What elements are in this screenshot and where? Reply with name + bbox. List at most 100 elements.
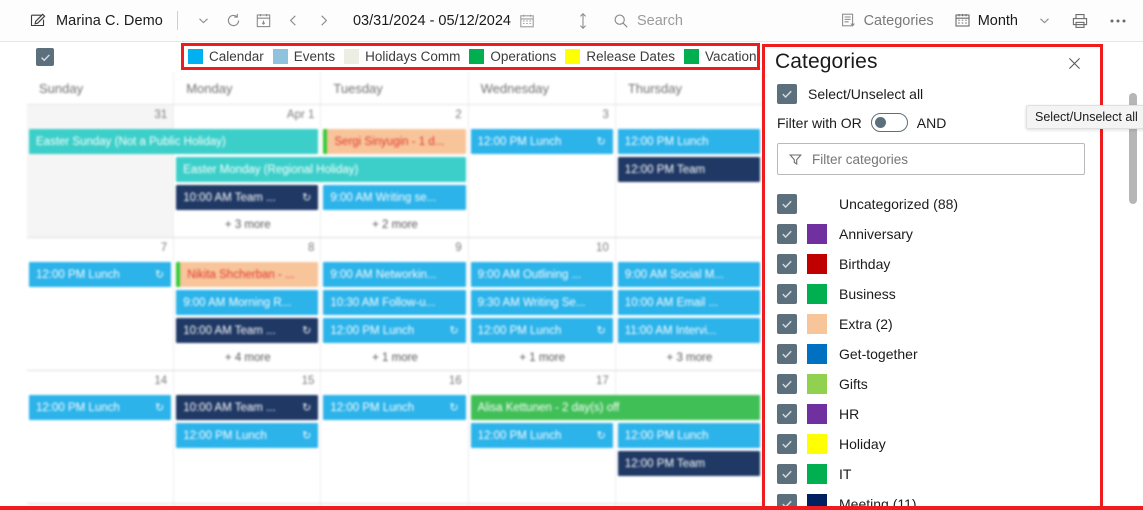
filter-categories-input[interactable]: Filter categories	[777, 143, 1085, 175]
calendar-event[interactable]: 12:00 PM Lunch ↻	[470, 129, 613, 154]
calendar-event[interactable]: 12:00 PM Lunch	[617, 129, 760, 154]
calendar-event[interactable]: 9:00 AM Outlining ...	[470, 262, 613, 287]
print-button[interactable]	[1071, 12, 1089, 30]
category-checkbox[interactable]	[777, 254, 797, 274]
category-row[interactable]: Extra (2)	[765, 309, 1097, 339]
category-checkbox[interactable]	[777, 404, 797, 424]
legend-item[interactable]: Operations	[469, 49, 556, 64]
search-box[interactable]: Search	[613, 13, 683, 29]
calendar-event[interactable]: 9:00 AM Networkin...	[323, 262, 466, 287]
calendar-event[interactable]: 12:00 PM Team	[617, 451, 760, 476]
legend-item[interactable]: Holidays Comm	[344, 49, 460, 64]
day-number[interactable]: 9	[321, 238, 468, 260]
category-row[interactable]: Get-together	[765, 339, 1097, 369]
calendar-event[interactable]: 12:00 PM Lunch	[617, 423, 760, 448]
legend-item[interactable]: Events	[272, 49, 335, 64]
category-checkbox[interactable]	[777, 224, 797, 244]
day-number[interactable]	[616, 371, 763, 393]
more-events-link[interactable]: + 1 more	[469, 348, 616, 368]
select-unselect-all-row[interactable]: Select/Unselect all	[777, 84, 1097, 104]
toggle-knob	[874, 117, 886, 128]
day-number[interactable]: Apr 1	[174, 105, 321, 127]
category-checkbox[interactable]	[777, 464, 797, 484]
prev-period-button[interactable]	[279, 6, 309, 36]
view-dropdown-button[interactable]	[1038, 14, 1051, 27]
calendar-event[interactable]: 10:00 AM Email ...	[617, 290, 760, 315]
calendar-event[interactable]: 12:00 PM Lunch ↻	[29, 395, 172, 420]
day-number[interactable]: 31	[27, 105, 174, 127]
filter-logic-toggle[interactable]	[870, 113, 908, 132]
category-row[interactable]: IT	[765, 459, 1097, 489]
calendar-event[interactable]: Easter Monday (Regional Holiday)	[176, 157, 466, 182]
chevron-down-icon[interactable]	[189, 6, 219, 36]
day-number[interactable]: 7	[27, 238, 174, 260]
date-range-label[interactable]: 03/31/2024 - 05/12/2024	[353, 13, 511, 29]
day-number[interactable]: 10	[469, 238, 616, 260]
category-checkbox[interactable]	[777, 374, 797, 394]
category-checkbox[interactable]	[777, 194, 797, 214]
more-events-link[interactable]: + 4 more	[174, 348, 321, 368]
calendar-event[interactable]: 10:30 AM Follow-u...	[323, 290, 466, 315]
calendar-event[interactable]: 10:00 AM Team ... ↻	[176, 185, 319, 210]
calendar-event[interactable]: 12:00 PM Lunch ↻	[323, 395, 466, 420]
more-options-button[interactable]	[1109, 18, 1127, 24]
more-events-link[interactable]: + 3 more	[616, 348, 763, 368]
more-events-link[interactable]: + 2 more	[321, 215, 468, 235]
event-title: Nikita Shcherban - ...	[187, 268, 295, 281]
day-number[interactable]: 8	[174, 238, 321, 260]
calendar-event[interactable]: 12:00 PM Lunch ↻	[470, 318, 613, 343]
more-events-link[interactable]: + 3 more	[174, 215, 321, 235]
category-row[interactable]: HR	[765, 399, 1097, 429]
calendar-event[interactable]: 12:00 PM Lunch ↻	[29, 262, 172, 287]
expand-vertical-icon[interactable]	[575, 12, 591, 30]
view-selector[interactable]: Month	[954, 12, 1018, 29]
categories-button[interactable]: Categories	[840, 12, 934, 29]
day-number[interactable]: 16	[321, 371, 468, 393]
calendar-event[interactable]: 11:00 AM Intervi...	[617, 318, 760, 343]
day-number[interactable]: 17	[469, 371, 616, 393]
day-number[interactable]: 15	[174, 371, 321, 393]
category-checkbox[interactable]	[777, 344, 797, 364]
calendar-event[interactable]: Easter Sunday (Not a Public Holiday)	[29, 129, 319, 154]
today-calendar-icon[interactable]	[249, 6, 279, 36]
legend-item[interactable]: Calendar	[188, 49, 264, 64]
calendar-event[interactable]: Alisa Kettunen - 2 day(s) off	[470, 395, 760, 420]
select-all-checkbox[interactable]	[777, 84, 797, 104]
calendar-event[interactable]: 9:30 AM Writing Se...	[470, 290, 613, 315]
calendar-event[interactable]: 12:00 PM Lunch ↻	[323, 318, 466, 343]
calendar-event[interactable]: 9:00 AM Morning R...	[176, 290, 319, 315]
legend-item[interactable]: Release Dates	[565, 49, 675, 64]
close-x-icon[interactable]	[1061, 50, 1087, 76]
calendar-event[interactable]: 10:00 AM Team ... ↻	[176, 395, 319, 420]
category-checkbox[interactable]	[777, 314, 797, 334]
refresh-icon[interactable]	[219, 6, 249, 36]
calendar-event[interactable]: Nikita Shcherban - ...	[176, 262, 319, 287]
event-title: 9:30 AM Writing Se...	[477, 296, 586, 309]
more-events-link[interactable]: + 1 more	[321, 348, 468, 368]
calendar-event[interactable]: 9:00 AM Writing se...	[323, 185, 466, 210]
category-row[interactable]: Holiday	[765, 429, 1097, 459]
next-period-button[interactable]	[309, 6, 339, 36]
day-number[interactable]: 3	[469, 105, 616, 127]
category-row[interactable]: Business	[765, 279, 1097, 309]
calendar-picker-icon[interactable]	[519, 13, 535, 29]
day-number[interactable]: 2	[321, 105, 468, 127]
category-checkbox[interactable]	[777, 434, 797, 454]
calendar-event[interactable]: 9:00 AM Social M...	[617, 262, 760, 287]
day-number[interactable]	[616, 238, 763, 260]
calendar-event[interactable]: 12:00 PM Team	[617, 157, 760, 182]
day-number[interactable]: 14	[27, 371, 174, 393]
day-number[interactable]	[616, 105, 763, 127]
category-row[interactable]: Uncategorized (88)	[765, 189, 1097, 219]
category-row[interactable]: Anniversary	[765, 219, 1097, 249]
calendar-event[interactable]: Sergi Sinyugin - 1 d...	[323, 129, 466, 154]
edit-pencil-icon[interactable]	[30, 12, 47, 29]
legend-item[interactable]: Vacations	[683, 49, 757, 64]
legend-select-all-checkbox[interactable]	[36, 48, 54, 66]
calendar-event[interactable]: 10:00 AM Team ... ↻	[176, 318, 319, 343]
calendar-event[interactable]: 12:00 PM Lunch ↻	[470, 423, 613, 448]
category-checkbox[interactable]	[777, 284, 797, 304]
category-row[interactable]: Birthday	[765, 249, 1097, 279]
category-row[interactable]: Gifts	[765, 369, 1097, 399]
calendar-event[interactable]: 12:00 PM Lunch ↻	[176, 423, 319, 448]
